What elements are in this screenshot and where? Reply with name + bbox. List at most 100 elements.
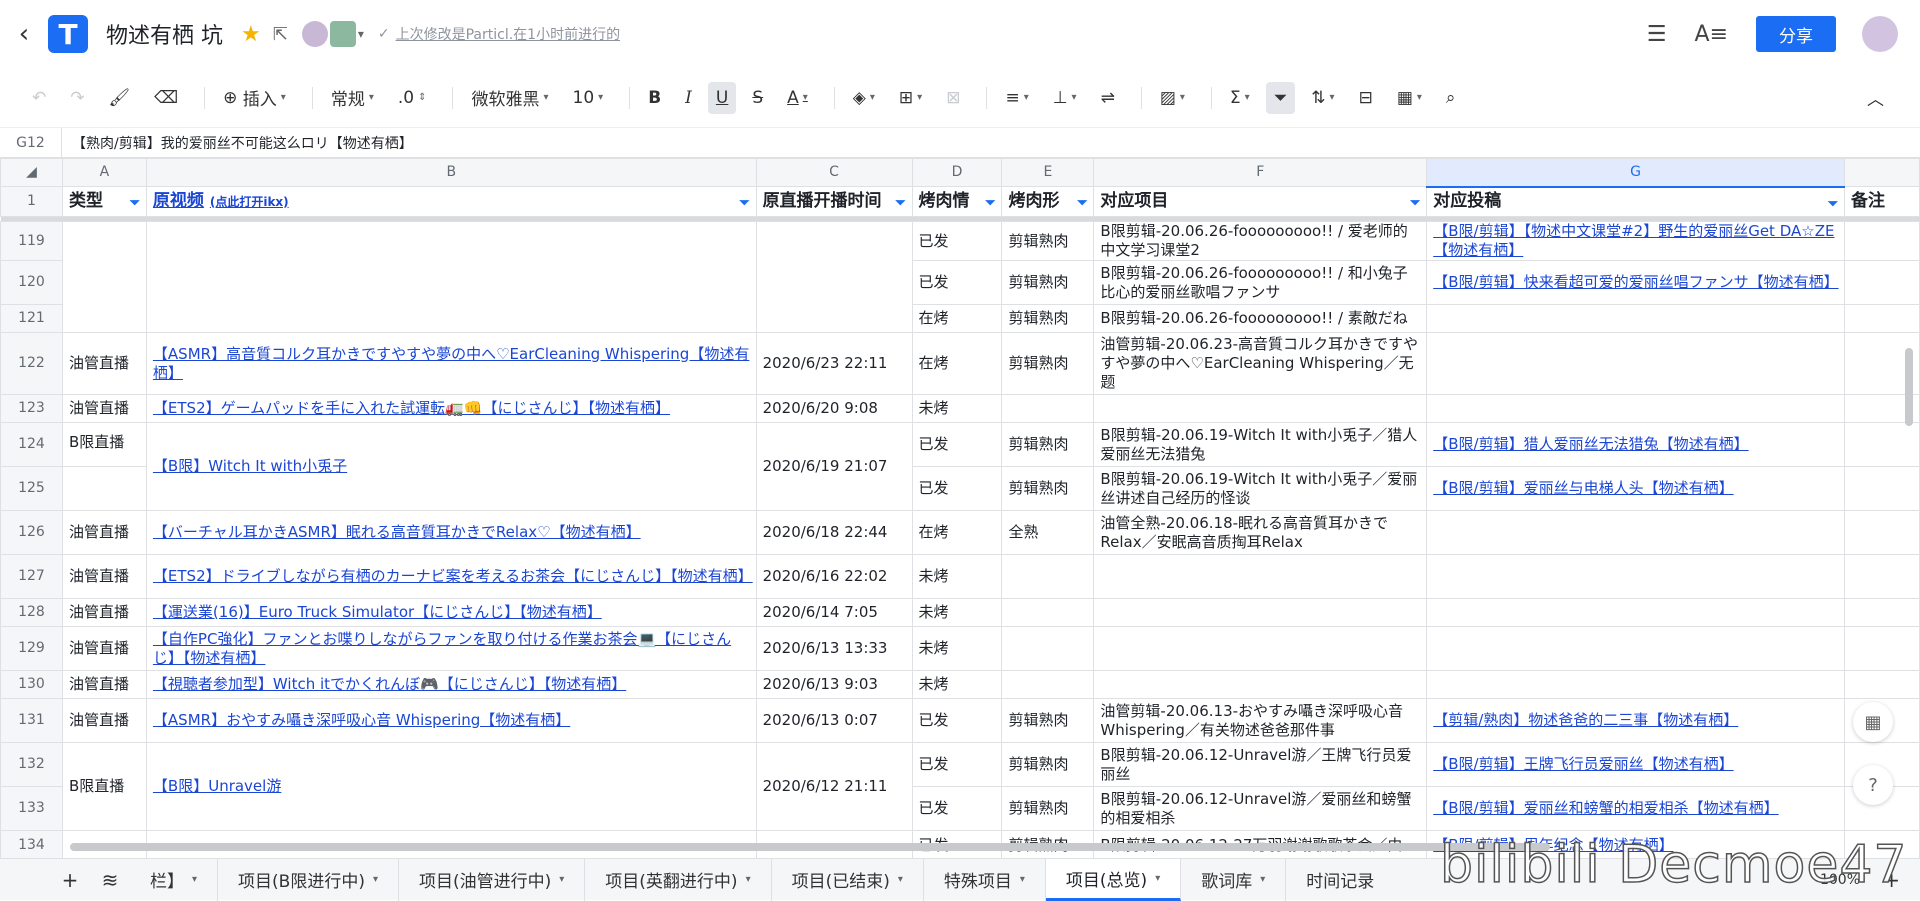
cell-stream-time[interactable]: 2020/6/13 0:07 [755, 698, 913, 743]
sheet-tab[interactable]: 项目(英翻进行中) ▾ [585, 858, 772, 901]
clear-filter-icon[interactable]: ⊟ [1351, 82, 1381, 114]
clear-format-icon[interactable]: ⌫ [146, 82, 186, 114]
cell-form[interactable]: 剪辑熟肉 [1001, 698, 1095, 743]
cell-form[interactable]: 剪辑熟肉 [1001, 221, 1095, 261]
column-header[interactable]: D [911, 158, 1003, 187]
cell-upload[interactable] [1426, 554, 1845, 599]
row-number[interactable]: 1 [0, 186, 63, 217]
cell-type[interactable]: B限直播 [61, 422, 147, 467]
column-header[interactable]: B [145, 158, 757, 187]
sheet-tab[interactable]: 项目(油管进行中) ▾ [399, 858, 586, 901]
merge-cells-icon[interactable]: ⊠ [938, 82, 968, 114]
cell-source-video[interactable]: 【ETS2】ドライブしながら有栖のカーナビ案を考えるお茶会【にじさんじ】【物述有… [145, 554, 757, 599]
cell-type[interactable]: 油管直播 [61, 554, 147, 599]
insert-button[interactable]: ⊕ 插入 ▾ [215, 82, 294, 114]
cell-type[interactable] [61, 466, 147, 511]
cell-source-video[interactable]: 【視聴者参加型】Witch itでかくれんぼ🎮【にじさんじ】【物述有栖】 [145, 670, 757, 699]
header-cell[interactable]: 类型 ⏷ [61, 186, 147, 217]
row-number[interactable]: 126 [0, 510, 63, 555]
cell-upload[interactable]: 【B限/剪辑】爱丽丝和螃蟹的相爱相杀【物述有栖】 [1426, 786, 1845, 831]
header-cell[interactable]: 对应投稿 ⏷ [1426, 186, 1845, 217]
cell-status[interactable]: 已发 [911, 260, 1003, 305]
cell-status[interactable]: 已发 [911, 466, 1003, 511]
sheet-tab[interactable]: 项目(B限进行中) ▾ [218, 858, 399, 901]
cell-stream-time[interactable]: 2020/6/18 22:44 [755, 510, 913, 555]
filter-icon[interactable]: ⏷ [130, 194, 140, 213]
filter-icon[interactable]: ⏷ [1265, 81, 1296, 114]
font-family-dropdown[interactable]: 微软雅黑 ▾ [463, 82, 556, 114]
cell-stream-time[interactable]: 2020/6/14 7:05 [755, 598, 913, 627]
sum-icon[interactable]: Σ ▾ [1222, 82, 1258, 114]
collaborator-avatar[interactable] [329, 21, 356, 47]
text-format-icon[interactable]: A≡ [1695, 22, 1728, 47]
add-sheet-icon[interactable]: + [50, 868, 90, 892]
cell-stream-time[interactable]: 2020/6/16 22:02 [755, 554, 913, 599]
column-header[interactable]: C [755, 158, 913, 187]
user-avatar[interactable] [1862, 16, 1898, 52]
cell-status[interactable]: 已发 [911, 221, 1003, 261]
search-icon[interactable]: ⌕ [1438, 82, 1464, 114]
header-cell[interactable]: 对应项目 ⏷ [1093, 186, 1428, 217]
row-number[interactable]: 122 [0, 332, 63, 395]
cell-form[interactable] [1001, 626, 1095, 671]
cell-note[interactable] [1843, 626, 1920, 671]
cell-status[interactable]: 在烤 [911, 304, 1003, 333]
filter-icon[interactable]: ⏷ [1828, 195, 1838, 214]
cell-source-video[interactable]: 【自作PC強化】ファンとお喋りしながらファンを取り付ける作業お茶会💻【にじさんじ… [145, 626, 757, 671]
row-number[interactable]: 132 [0, 742, 63, 787]
filter-icon[interactable]: ⏷ [895, 194, 905, 213]
cell-stream-time[interactable]: 2020/6/12 21:11 [755, 742, 913, 831]
underline-icon[interactable]: U [707, 81, 737, 114]
row-number[interactable]: 129 [0, 626, 63, 671]
column-header[interactable]: F [1093, 158, 1428, 187]
header-cell[interactable]: 原视频 (点此打开ikx) ⏷ [145, 186, 757, 217]
formula-content[interactable]: 【熟肉/剪辑】我的爱丽丝不可能这么ロリ【物述有栖】 [62, 133, 413, 153]
sheet-tab[interactable]: 栏】 ▾ [130, 858, 219, 901]
row-number[interactable]: 127 [0, 554, 63, 599]
fill-color-icon[interactable]: ◈ ▾ [845, 82, 883, 114]
table-icon[interactable]: ▦ ▾ [1389, 82, 1430, 114]
vertical-scrollbar[interactable] [1905, 348, 1913, 426]
cell-stream-time[interactable]: 2020/6/20 9:08 [755, 394, 913, 423]
cell-note[interactable] [1843, 422, 1920, 467]
column-header[interactable]: E [1001, 158, 1095, 187]
cell-status[interactable]: 在烤 [911, 332, 1003, 395]
cell-type[interactable]: 油管直播 [61, 394, 147, 423]
cell-status[interactable]: 未烤 [911, 554, 1003, 599]
header-cell[interactable]: 烤肉情 ⏷ [911, 186, 1003, 217]
cell-status[interactable]: 已发 [911, 698, 1003, 743]
cell-type[interactable] [61, 221, 147, 333]
cell-project[interactable]: 油管剪辑-20.06.23-高音質コルク耳かきですやすや夢の中へ♡EarClea… [1093, 332, 1428, 395]
cell-status[interactable]: 已发 [911, 786, 1003, 831]
cell-project[interactable]: B限剪辑-20.06.12-Unravel游／王牌飞行员爱丽丝 [1093, 742, 1428, 787]
cell-upload[interactable]: 【B限/剪辑】【物述中文课堂#2】野生的爱丽丝Get DA☆ZE【物述有栖】 [1426, 221, 1845, 261]
italic-icon[interactable]: I [677, 82, 700, 114]
row-number[interactable]: 119 [0, 221, 63, 261]
cell-status[interactable]: 在烤 [911, 510, 1003, 555]
cell-form[interactable]: 剪辑熟肉 [1001, 304, 1095, 333]
collaborator-avatar[interactable] [301, 21, 328, 47]
sheet-tab-active[interactable]: 项目(总览) ▾ [1045, 858, 1182, 901]
row-number[interactable]: 120 [0, 260, 63, 305]
cell-stream-time[interactable]: 2020/6/19 21:07 [755, 422, 913, 511]
border-icon[interactable]: ⊞ ▾ [891, 82, 930, 114]
cell-source-video[interactable]: 【バーチャル耳かきASMR】眠れる高音質耳かきでRelax♡【物述有栖】 [145, 510, 757, 555]
select-all-corner[interactable]: ◢ [0, 158, 63, 187]
redo-icon[interactable]: ↷ [62, 82, 92, 114]
cell-type[interactable]: 油管直播 [61, 332, 147, 395]
cell-upload[interactable]: 【剪辑/熟肉】物述爸爸的二三事【物述有栖】 [1426, 698, 1845, 743]
cell-stream-time[interactable]: 2020/6/13 9:03 [755, 670, 913, 699]
column-header[interactable]: G [1426, 158, 1845, 188]
cell-upload[interactable] [1426, 304, 1845, 333]
cell-upload[interactable]: 【B限/剪辑】爱丽丝与电梯人头【物述有栖】 [1426, 466, 1845, 511]
cell-form[interactable]: 全熟 [1001, 510, 1095, 555]
row-number[interactable]: 131 [0, 698, 63, 743]
cell-project[interactable]: B限剪辑-20.06.26-fooooooooo!! / 和小兔子比心的爱丽丝歌… [1093, 260, 1428, 305]
share-button[interactable]: 分享 [1756, 16, 1836, 52]
cell-reference[interactable]: G12 [0, 128, 62, 157]
sheet-tab[interactable]: 特殊项目 ▾ [924, 858, 1046, 901]
cell-form[interactable] [1001, 554, 1095, 599]
cell-type[interactable]: B限直播 [61, 742, 147, 831]
cell-project[interactable] [1093, 670, 1428, 699]
cell-source-video[interactable]: 【ASMR】おやすみ囁き深呼吸心音 Whispering【物述有栖】 [145, 698, 757, 743]
